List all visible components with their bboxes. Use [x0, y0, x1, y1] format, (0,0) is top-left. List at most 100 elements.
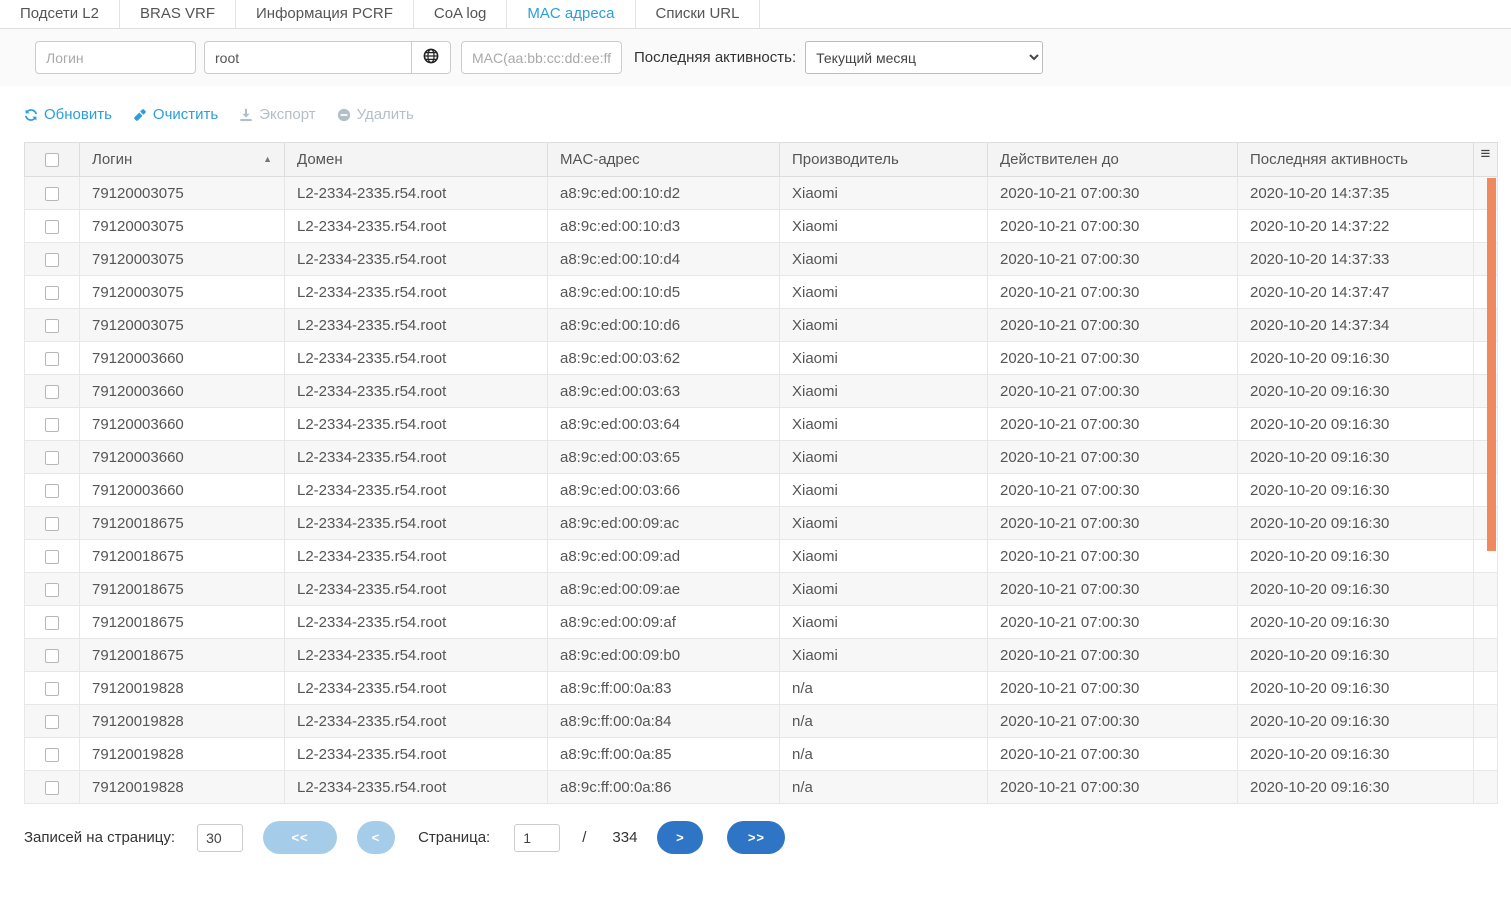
table-row[interactable]: 79120003660 L2-2334-2335.r54.root a8:9c:… [25, 441, 1498, 474]
row-checkbox[interactable] [45, 649, 59, 663]
vendor-cell: n/a [780, 771, 988, 804]
row-checkbox[interactable] [45, 451, 59, 465]
valid-until-cell: 2020-10-21 07:00:30 [988, 606, 1238, 639]
last-activity-cell: 2020-10-20 09:16:30 [1238, 771, 1474, 804]
row-checkbox[interactable] [45, 253, 59, 267]
row-checkbox[interactable] [45, 352, 59, 366]
table-row[interactable]: 79120018675 L2-2334-2335.r54.root a8:9c:… [25, 573, 1498, 606]
page-separator: / [582, 829, 586, 846]
domain-cell: L2-2334-2335.r54.root [285, 672, 548, 705]
row-menu-cell [1474, 672, 1498, 705]
row-checkbox[interactable] [45, 220, 59, 234]
table-row[interactable]: 79120018675 L2-2334-2335.r54.root a8:9c:… [25, 639, 1498, 672]
columns-menu-icon[interactable]: ≡ [1481, 144, 1491, 163]
tab-podseti-l2[interactable]: Подсети L2 [0, 0, 120, 28]
row-checkbox[interactable] [45, 616, 59, 630]
table-row[interactable]: 79120003660 L2-2334-2335.r54.root a8:9c:… [25, 408, 1498, 441]
activity-select[interactable]: Текущий месяц [805, 41, 1043, 74]
row-checkbox[interactable] [45, 418, 59, 432]
row-checkbox[interactable] [45, 517, 59, 531]
mac-cell: a8:9c:ed:00:03:66 [548, 474, 780, 507]
column-header-last-activity[interactable]: Последняя активность [1238, 143, 1474, 177]
row-menu-cell [1474, 639, 1498, 672]
clear-label: Очистить [153, 106, 218, 123]
last-activity-cell: 2020-10-20 09:16:30 [1238, 408, 1474, 441]
column-menu-cell: ≡ [1474, 143, 1498, 177]
column-header-valid-until[interactable]: Действителен до [988, 143, 1238, 177]
row-checkbox[interactable] [45, 583, 59, 597]
table-row[interactable]: 79120019828 L2-2334-2335.r54.root a8:9c:… [25, 771, 1498, 804]
table-row[interactable]: 79120019828 L2-2334-2335.r54.root a8:9c:… [25, 705, 1498, 738]
row-checkbox-cell [25, 771, 80, 804]
page-input[interactable] [514, 824, 560, 852]
row-checkbox[interactable] [45, 286, 59, 300]
valid-until-cell: 2020-10-21 07:00:30 [988, 672, 1238, 705]
per-page-input[interactable] [197, 824, 243, 852]
table-row[interactable]: 79120003075 L2-2334-2335.r54.root a8:9c:… [25, 177, 1498, 210]
domain-search-button[interactable] [412, 41, 451, 74]
table-row[interactable]: 79120019828 L2-2334-2335.r54.root a8:9c:… [25, 738, 1498, 771]
row-checkbox[interactable] [45, 748, 59, 762]
table-row[interactable]: 79120003075 L2-2334-2335.r54.root a8:9c:… [25, 276, 1498, 309]
clear-button[interactable]: Очистить [133, 106, 218, 123]
row-checkbox[interactable] [45, 319, 59, 333]
row-checkbox[interactable] [45, 715, 59, 729]
domain-cell: L2-2334-2335.r54.root [285, 540, 548, 573]
login-cell: 79120019828 [80, 771, 285, 804]
tab-spiski-url[interactable]: Списки URL [636, 0, 761, 28]
mac-cell: a8:9c:ff:00:0a:83 [548, 672, 780, 705]
row-checkbox[interactable] [45, 187, 59, 201]
tab-coa-log[interactable]: CoA log [414, 0, 508, 28]
table-row[interactable]: 79120018675 L2-2334-2335.r54.root a8:9c:… [25, 540, 1498, 573]
row-checkbox-cell [25, 309, 80, 342]
row-checkbox[interactable] [45, 484, 59, 498]
vendor-cell: n/a [780, 672, 988, 705]
login-cell: 79120018675 [80, 573, 285, 606]
column-header-vendor[interactable]: Производитель [780, 143, 988, 177]
table-row[interactable]: 79120003075 L2-2334-2335.r54.root a8:9c:… [25, 243, 1498, 276]
table-row[interactable]: 79120003660 L2-2334-2335.r54.root a8:9c:… [25, 342, 1498, 375]
valid-until-cell: 2020-10-21 07:00:30 [988, 276, 1238, 309]
total-pages: 334 [612, 829, 637, 846]
last-activity-cell: 2020-10-20 09:16:30 [1238, 705, 1474, 738]
table-row[interactable]: 79120003660 L2-2334-2335.r54.root a8:9c:… [25, 474, 1498, 507]
tab-mac-adresa[interactable]: MAC адреса [507, 0, 635, 28]
table-row[interactable]: 79120018675 L2-2334-2335.r54.root a8:9c:… [25, 507, 1498, 540]
mac-input[interactable] [461, 41, 622, 74]
filter-panel: Последняя активность: Текущий месяц [0, 29, 1511, 86]
row-checkbox[interactable] [45, 385, 59, 399]
tab-bras-vrf[interactable]: BRAS VRF [120, 0, 236, 28]
table-row[interactable]: 79120003075 L2-2334-2335.r54.root a8:9c:… [25, 309, 1498, 342]
table-row[interactable]: 79120003075 L2-2334-2335.r54.root a8:9c:… [25, 210, 1498, 243]
first-page-button[interactable]: << [263, 821, 337, 854]
domain-cell: L2-2334-2335.r54.root [285, 276, 548, 309]
row-checkbox[interactable] [45, 781, 59, 795]
export-button[interactable]: Экспорт [239, 106, 315, 123]
row-checkbox[interactable] [45, 550, 59, 564]
next-page-button[interactable]: > [657, 821, 703, 854]
table-row[interactable]: 79120018675 L2-2334-2335.r54.root a8:9c:… [25, 606, 1498, 639]
valid-until-cell: 2020-10-21 07:00:30 [988, 738, 1238, 771]
last-activity-cell: 2020-10-20 09:16:30 [1238, 375, 1474, 408]
table-row[interactable]: 79120019828 L2-2334-2335.r54.root a8:9c:… [25, 672, 1498, 705]
column-header-login[interactable]: Логин ▲ [80, 143, 285, 177]
refresh-button[interactable]: Обновить [24, 106, 112, 123]
table-row[interactable]: 79120003660 L2-2334-2335.r54.root a8:9c:… [25, 375, 1498, 408]
row-checkbox[interactable] [45, 682, 59, 696]
column-header-domain[interactable]: Домен [285, 143, 548, 177]
prev-page-button[interactable]: < [357, 821, 395, 854]
tab-informaciya-pcrf[interactable]: Информация PCRF [236, 0, 414, 28]
domain-cell: L2-2334-2335.r54.root [285, 507, 548, 540]
domain-input-group [204, 41, 451, 74]
login-cell: 79120003660 [80, 474, 285, 507]
last-page-button[interactable]: >> [727, 821, 785, 854]
column-header-mac[interactable]: MAC-адрес [548, 143, 780, 177]
refresh-icon [24, 108, 38, 122]
login-input[interactable] [35, 41, 196, 74]
select-all-checkbox[interactable] [45, 153, 59, 167]
vertical-scrollbar-thumb[interactable] [1487, 178, 1496, 551]
row-checkbox-cell [25, 540, 80, 573]
domain-input[interactable] [204, 41, 412, 74]
delete-button[interactable]: Удалить [337, 106, 414, 123]
last-activity-cell: 2020-10-20 09:16:30 [1238, 573, 1474, 606]
